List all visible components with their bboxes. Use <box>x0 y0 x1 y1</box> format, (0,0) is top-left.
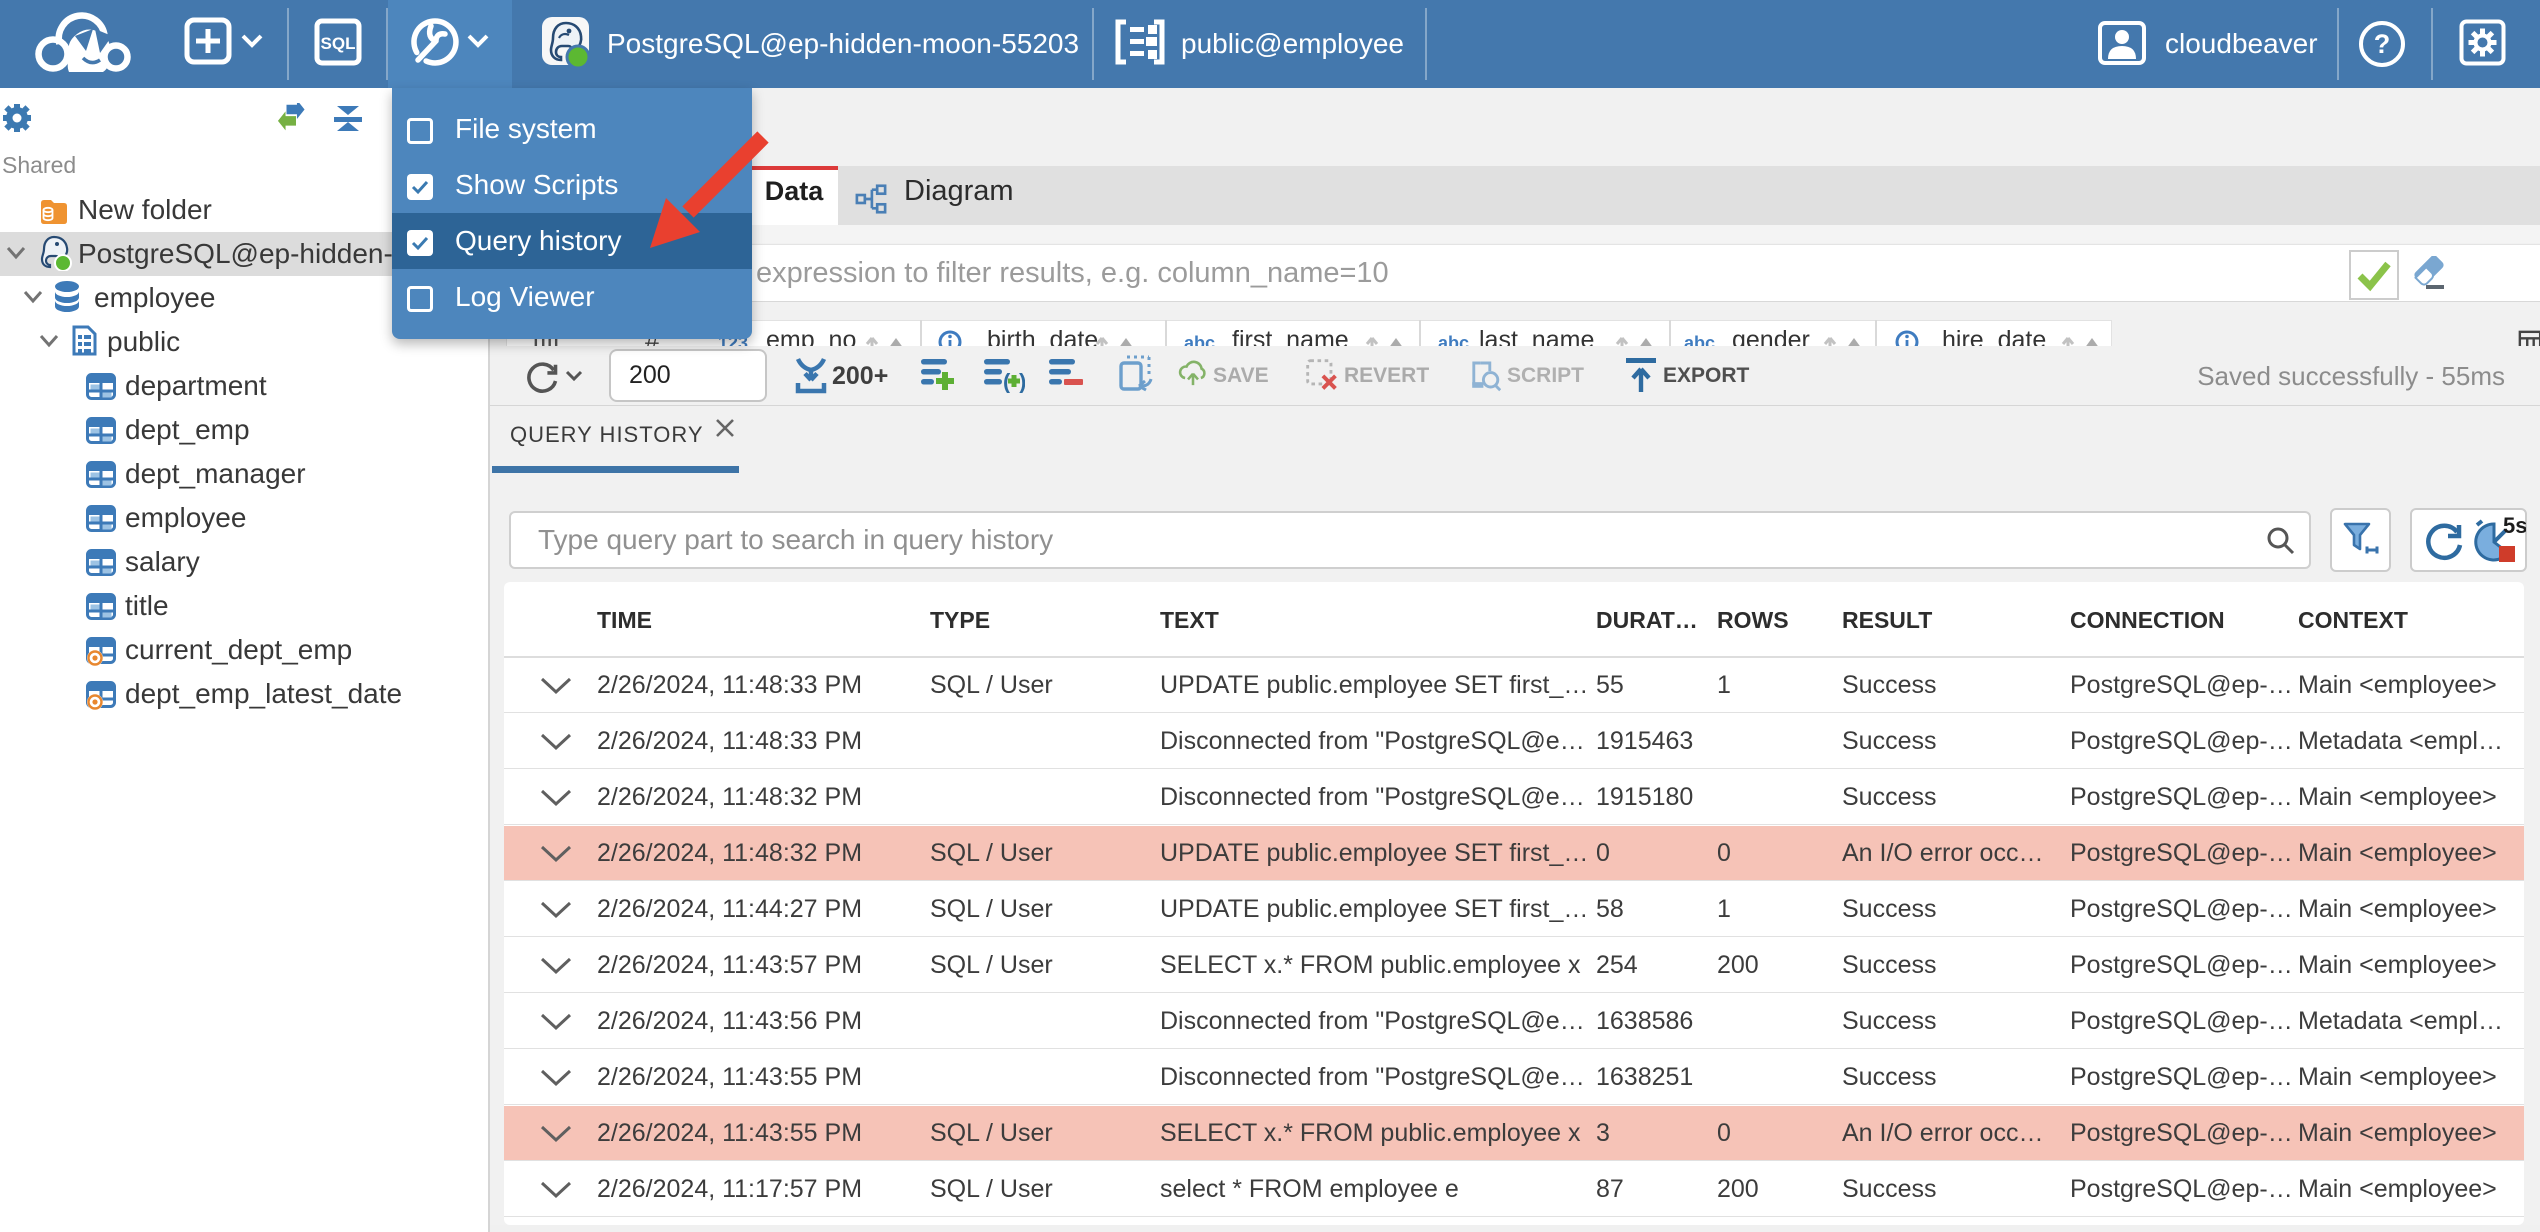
svg-text:5s: 5s <box>2503 516 2526 538</box>
svg-text:): ) <box>1019 369 1025 393</box>
svg-text:SQL: SQL <box>321 34 356 53</box>
svg-text:?: ? <box>2374 29 2391 59</box>
